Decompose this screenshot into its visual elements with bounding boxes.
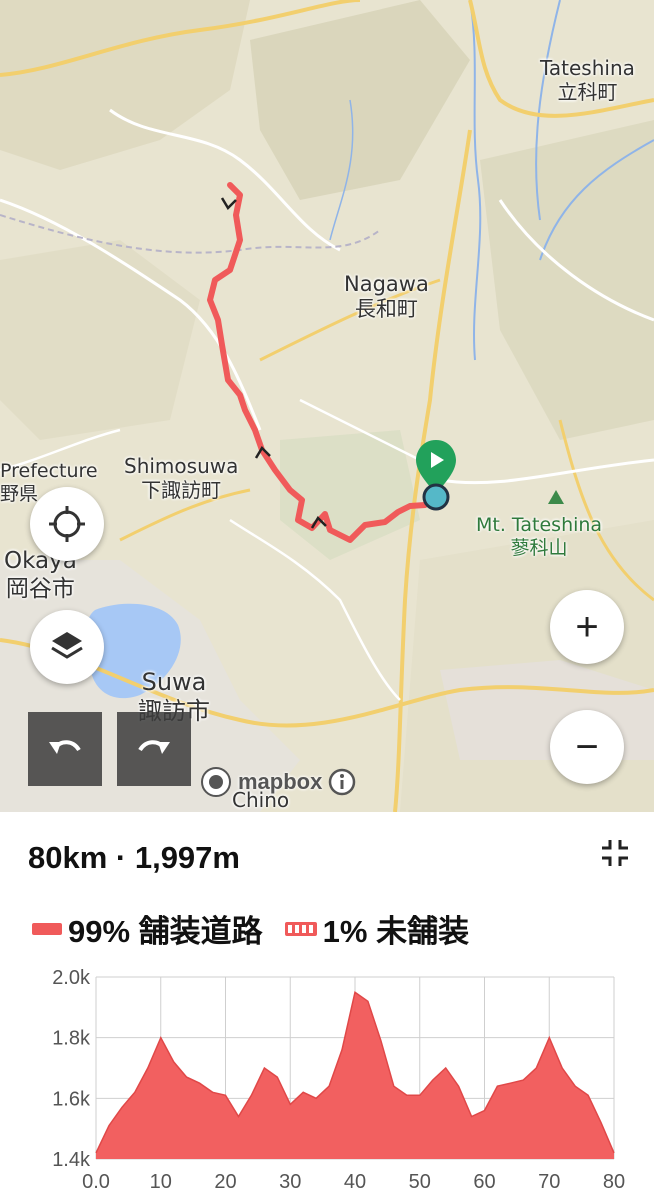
map-background <box>0 0 654 812</box>
place-label-nagawa: Nagawa 長和町 <box>344 272 429 322</box>
end-point-marker <box>422 483 450 511</box>
y-tick-label: 2.0k <box>52 967 91 989</box>
y-axis: 1.4k 1.6k 1.8k 2.0k <box>52 967 91 1171</box>
x-tick-label: 0.0 <box>82 1171 110 1193</box>
layers-button[interactable] <box>30 610 104 684</box>
place-label-shimosuwa: Shimosuwa 下諏訪町 <box>124 454 239 502</box>
x-tick-label: 80 <box>603 1171 625 1193</box>
x-tick-label: 60 <box>473 1171 495 1193</box>
mapbox-logo-icon <box>201 767 231 797</box>
crosshair-icon <box>49 506 85 542</box>
undo-icon <box>49 740 81 754</box>
route-stats: 80km · 1,997m <box>28 840 240 875</box>
legend-unpaved: 1% 未舗装 <box>284 906 470 951</box>
y-tick-label: 1.6k <box>52 1088 91 1110</box>
locate-button[interactable] <box>30 487 104 561</box>
x-tick-label: 10 <box>150 1171 172 1193</box>
x-tick-label: 20 <box>214 1171 236 1193</box>
plus-icon: + <box>575 605 599 649</box>
surface-legend: 99% 舗装道路 1% 未舗装 <box>32 906 469 951</box>
place-label-tateshina: Tateshina 立科町 <box>540 56 635 104</box>
collapse-icon <box>602 840 628 866</box>
x-axis: 0.0 10 20 30 40 50 60 70 80 <box>82 1171 625 1193</box>
legend-paved: 99% 舗装道路 <box>32 906 263 951</box>
paved-swatch <box>32 922 62 935</box>
place-label-mt-tateshina: Mt. Tateshina 蓼科山 <box>476 514 603 559</box>
collapse-button[interactable] <box>600 838 630 873</box>
info-icon[interactable] <box>328 768 356 796</box>
x-tick-label: 50 <box>409 1171 431 1193</box>
paved-label: 99% 舗装道路 <box>68 914 263 949</box>
zoom-in-button[interactable]: + <box>550 590 624 664</box>
zoom-out-button[interactable]: − <box>550 710 624 784</box>
map-view[interactable]: Tateshina 立科町 Nagawa 長和町 Shimosuwa 下諏訪町 Pre… <box>0 0 654 812</box>
x-tick-label: 30 <box>279 1171 301 1193</box>
redo-button[interactable] <box>117 712 191 786</box>
mapbox-wordmark: mapbox <box>238 769 323 794</box>
elevation-chart[interactable]: 1.4k 1.6k 1.8k 2.0k 0.0 10 20 30 40 50 60 70 80 <box>0 960 654 1200</box>
unpaved-swatch <box>284 921 317 936</box>
mapbox-attribution: mapbox <box>200 766 356 798</box>
undo-button[interactable] <box>28 712 102 786</box>
y-tick-label: 1.4k <box>52 1149 91 1171</box>
redo-icon <box>138 740 170 754</box>
x-tick-label: 70 <box>538 1171 560 1193</box>
layers-icon <box>51 632 83 659</box>
unpaved-label: 1% 未舗装 <box>322 914 470 949</box>
x-tick-label: 40 <box>344 1171 366 1193</box>
y-tick-label: 1.8k <box>52 1028 91 1050</box>
minus-icon: − <box>575 725 599 769</box>
elevation-area <box>96 992 614 1159</box>
